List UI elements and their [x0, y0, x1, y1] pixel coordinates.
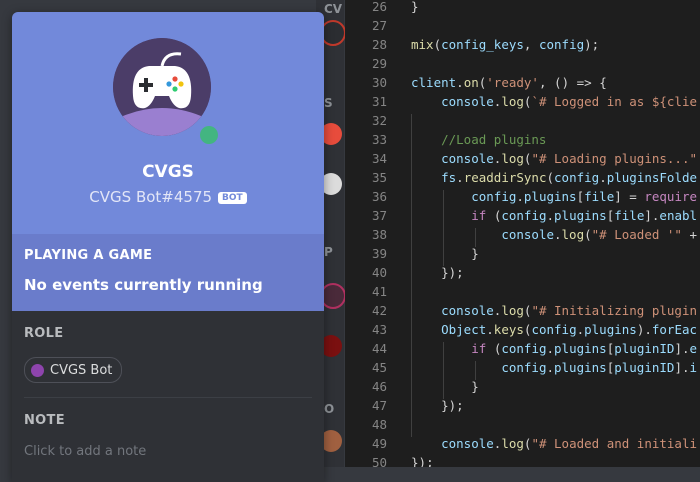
- activity-section: [12, 234, 324, 311]
- line-code: config.plugins[file] = require: [471, 189, 698, 204]
- code-line[interactable]: 34 console.log("# Loading plugins...": [345, 149, 700, 168]
- gamepad-icon: [113, 38, 211, 136]
- code-line[interactable]: 48: [345, 415, 700, 434]
- line-code: console.log(`# Logged in as ${clie: [441, 94, 698, 109]
- line-code: fs.readdirSync(config.pluginsFolde: [441, 170, 698, 185]
- code-line[interactable]: 50});: [345, 453, 700, 467]
- line-number: 40: [371, 265, 387, 280]
- role-name: CVGS Bot: [50, 362, 113, 378]
- code-line[interactable]: 28 mix(config_keys, config);: [345, 35, 700, 54]
- profile-username: CVGS: [142, 162, 194, 182]
- code-line[interactable]: 47 });: [345, 396, 700, 415]
- line-code: Object.keys(config.plugins).forEac: [441, 322, 698, 337]
- code-line[interactable]: 45 config.plugins[pluginID].i: [345, 358, 700, 377]
- code-line[interactable]: 30 client.on('ready', () => {: [345, 73, 700, 92]
- note-heading: NOTE: [24, 413, 65, 428]
- user-profile-popout: CVGS CVGS Bot#4575 BOT PLAYING A GAME No …: [12, 12, 324, 482]
- code-line[interactable]: 36 config.plugins[file] = require: [345, 187, 700, 206]
- line-code: }: [471, 246, 479, 261]
- profile-tag: CVGS Bot#4575 BOT: [12, 188, 324, 206]
- line-number: 32: [371, 113, 387, 128]
- role-heading: ROLE: [24, 326, 64, 341]
- line-number: 36: [371, 189, 387, 204]
- line-code: console.log("# Initializing plugin: [441, 303, 698, 318]
- role-color-dot: [31, 363, 44, 377]
- note-input[interactable]: Click to add a note: [24, 444, 146, 459]
- line-code: });: [441, 398, 464, 413]
- code-line[interactable]: 46 }: [345, 377, 700, 396]
- line-code: });: [441, 265, 464, 280]
- profile-discriminator: CVGS Bot#4575: [89, 188, 213, 206]
- line-code: mix(config_keys, config);: [411, 37, 600, 52]
- line-code: if (config.plugins[pluginID].e: [471, 341, 698, 356]
- avatar[interactable]: [113, 38, 211, 136]
- role-pill[interactable]: CVGS Bot: [24, 357, 123, 383]
- line-number: 31: [371, 94, 387, 109]
- code-line[interactable]: 26}: [345, 0, 700, 16]
- line-code: console.log("# Loaded '" +: [501, 227, 698, 242]
- code-line[interactable]: 42 console.log("# Initializing plugin: [345, 301, 700, 320]
- code-line[interactable]: 29: [345, 54, 700, 73]
- code-line[interactable]: 38 console.log("# Loaded '" +: [345, 225, 700, 244]
- line-number: 49: [371, 436, 387, 451]
- code-line[interactable]: 32: [345, 111, 700, 130]
- line-number: 38: [371, 227, 387, 242]
- line-number: 42: [371, 303, 387, 318]
- line-number: 29: [371, 56, 387, 71]
- line-number: 35: [371, 170, 387, 185]
- line-number: 39: [371, 246, 387, 261]
- code-line[interactable]: 33 //Load plugins: [345, 130, 700, 149]
- line-code: client.on('ready', () => {: [411, 75, 607, 90]
- line-number: 34: [371, 151, 387, 166]
- code-line[interactable]: 41: [345, 282, 700, 301]
- line-number: 45: [371, 360, 387, 375]
- section-divider: [24, 397, 312, 398]
- line-number: 28: [371, 37, 387, 52]
- line-number: 46: [371, 379, 387, 394]
- line-number: 50: [371, 455, 387, 467]
- activity-text: No events currently running: [24, 276, 263, 294]
- line-number: 41: [371, 284, 387, 299]
- line-code: console.log("# Loading plugins...": [441, 151, 698, 166]
- line-number: 47: [371, 398, 387, 413]
- line-number: 27: [371, 18, 387, 33]
- line-number: 30: [371, 75, 387, 90]
- line-code: }: [411, 0, 419, 14]
- line-code: });: [411, 455, 434, 467]
- code-line[interactable]: 39 }: [345, 244, 700, 263]
- line-code: console.log("# Loaded and initiali: [441, 436, 698, 451]
- bot-badge: BOT: [218, 192, 247, 204]
- line-number: 37: [371, 208, 387, 223]
- line-code: config.plugins[pluginID].i: [501, 360, 698, 375]
- code-line[interactable]: 49 console.log("# Loaded and initiali: [345, 434, 700, 453]
- line-number: 26: [371, 0, 387, 14]
- code-line[interactable]: 31 console.log(`# Logged in as ${clie: [345, 92, 700, 111]
- line-number: 48: [371, 417, 387, 432]
- line-code: //Load plugins: [411, 132, 547, 147]
- code-line[interactable]: 37 if (config.plugins[file].enabl: [345, 206, 700, 225]
- online-status-indicator: [196, 122, 222, 148]
- code-line[interactable]: 44 if (config.plugins[pluginID].e: [345, 339, 700, 358]
- code-line[interactable]: 35 fs.readdirSync(config.pluginsFolde: [345, 168, 700, 187]
- code-line[interactable]: 43 Object.keys(config.plugins).forEac: [345, 320, 700, 339]
- line-code: if (config.plugins[file].enabl: [471, 208, 698, 223]
- activity-heading: PLAYING A GAME: [24, 248, 153, 263]
- line-number: 33: [371, 132, 387, 147]
- member-group-label: P: [324, 245, 333, 259]
- code-line[interactable]: 40 });: [345, 263, 700, 282]
- line-number: 43: [371, 322, 387, 337]
- member-group-label: O: [324, 402, 335, 416]
- member-group-label: CV: [324, 2, 343, 16]
- code-editor[interactable]: 26} 27 28 mix(config_keys, config); 29 30 clie…: [345, 0, 700, 467]
- code-line[interactable]: 27: [345, 16, 700, 35]
- member-group-label: S: [324, 96, 333, 110]
- line-code: }: [471, 379, 479, 394]
- line-number: 44: [371, 341, 387, 356]
